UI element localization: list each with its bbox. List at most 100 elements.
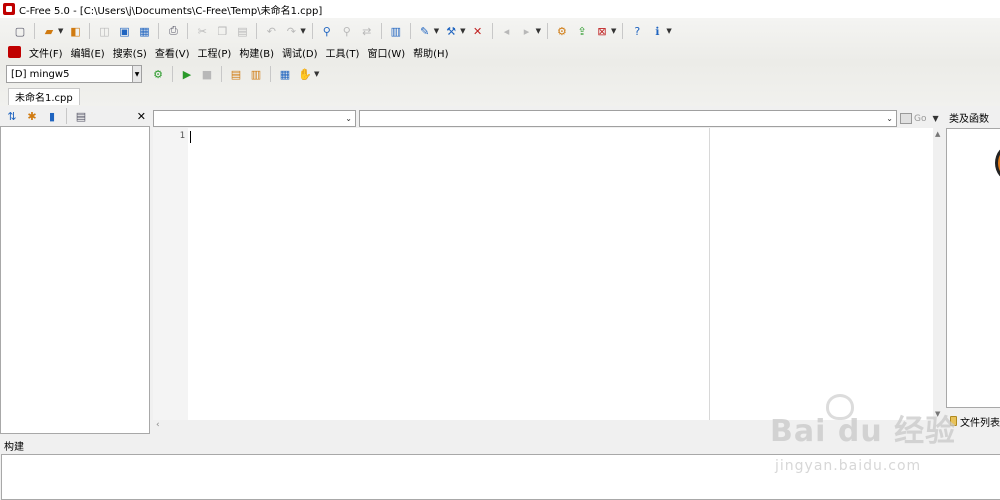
menu-view[interactable]: 查看(V) (151, 45, 194, 60)
code-editor[interactable]: 1 (153, 128, 933, 420)
tab-file-list[interactable]: 文件列表 (950, 412, 1000, 430)
window-title: C-Free 5.0 - [C:\Users\j\Documents\C-Fre… (19, 5, 323, 17)
open-dropdown-icon[interactable]: ▼ (58, 27, 63, 35)
compiler-select-value: [D] mingw5 (11, 68, 70, 80)
sort-az-icon[interactable]: ⇅ (4, 108, 20, 124)
forward-icon[interactable]: ▸ (519, 23, 535, 39)
redo-icon[interactable]: ↷ (283, 23, 299, 39)
menu-window[interactable]: 窗口(W) (363, 45, 409, 60)
go-label: Go (914, 113, 927, 124)
close-file-icon[interactable]: ◫ (96, 23, 112, 39)
compiler-settings-icon[interactable]: ⚙ (150, 66, 166, 82)
go-dropdown-icon[interactable]: ▼ (932, 114, 938, 123)
scroll-up-icon[interactable]: ▲ (935, 130, 940, 138)
left-panel-toolbar: ⇅ ✱ ▮ ▤ ✕ (0, 107, 151, 125)
scope-combo[interactable]: ⌄ (153, 110, 356, 127)
title-bar: C-Free 5.0 - [C:\Users\j\Documents\C-Fre… (0, 0, 1000, 18)
toolbar-area: ▢ ▰ ▼ ◧ ◫ ▣ ▦ ⎙ ✂ ❐ ▤ ↶ ↷ ▼ ⚲ ⚲ ⇄ ▥ ✎ ▼ … (0, 18, 1000, 106)
help-icon[interactable]: ? (629, 23, 645, 39)
menu-bar: 文件(F) 编辑(E) 搜索(S) 查看(V) 工程(P) 构建(B) 调试(D… (0, 43, 1000, 61)
left-panel: ⇅ ✱ ▮ ▤ ✕ (0, 107, 151, 435)
about-icon[interactable]: ℹ (649, 23, 665, 39)
line-number: 1 (179, 131, 185, 141)
left-panel-tree[interactable] (0, 126, 150, 434)
window-dropdown-icon[interactable]: ▼ (611, 27, 616, 35)
main-toolbar: ▢ ▰ ▼ ◧ ◫ ▣ ▦ ⎙ ✂ ❐ ▤ ↶ ↷ ▼ ⚲ ⚲ ⇄ ▥ ✎ ▼ … (0, 19, 1000, 43)
go-button[interactable]: Go ▼ (900, 113, 939, 124)
save-all-icon[interactable]: ▦ (136, 23, 152, 39)
chevron-down-icon: ⌄ (345, 114, 352, 123)
redo-dropdown-icon[interactable]: ▼ (300, 27, 305, 35)
compile-file-icon[interactable]: ▤ (228, 66, 244, 82)
symbol-navigator: ⌄ ⌄ Go ▼ (153, 107, 945, 128)
open-file-icon[interactable]: ▰ (41, 23, 57, 39)
function-combo[interactable]: ⌄ (359, 110, 897, 127)
go-icon (900, 113, 912, 124)
print-icon[interactable]: ⎙ (165, 23, 181, 39)
replace-icon[interactable]: ⇄ (359, 23, 375, 39)
watermark-url: jingyan.baidu.com (775, 458, 922, 474)
compiler-select[interactable]: [D] mingw5 (6, 65, 133, 83)
menu-debug[interactable]: 调试(D) (278, 45, 322, 60)
line-gutter: 1 (153, 128, 188, 420)
filter-icon[interactable]: ✱ (24, 108, 40, 124)
find-next-icon[interactable]: ⚲ (339, 23, 355, 39)
menu-edit[interactable]: 编辑(E) (67, 45, 109, 60)
class-view-icon[interactable]: ▮ (44, 108, 60, 124)
close-window-icon[interactable]: ⊠ (594, 23, 610, 39)
close-icon[interactable]: ✕ (137, 110, 146, 123)
compile-icon[interactable]: ✎ (417, 23, 433, 39)
menu-project[interactable]: 工程(P) (194, 45, 236, 60)
watermark-brand: Bai du 经验 (770, 414, 957, 449)
options-icon[interactable]: ⚙ (554, 23, 570, 39)
menu-app-icon[interactable] (8, 46, 21, 58)
find-icon[interactable]: ⚲ (319, 23, 335, 39)
menu-file[interactable]: 文件(F) (25, 45, 67, 60)
save-icon[interactable]: ▣ (116, 23, 132, 39)
undo-icon[interactable]: ↶ (263, 23, 279, 39)
compiler-dropdown-icon[interactable]: ▼ (133, 65, 142, 83)
debug-hand-icon[interactable]: ✋ (297, 66, 313, 82)
debug-dropdown-icon[interactable]: ▼ (314, 70, 319, 78)
copy-icon[interactable]: ❐ (214, 23, 230, 39)
build-toolbar: [D] mingw5 ▼ ⚙ ▶ ■ ▤ ▥ ▦ ✋ ▼ (0, 63, 1000, 85)
build-panel-title: 构建 (4, 442, 24, 453)
export-icon[interactable]: ⇪ (574, 23, 590, 39)
tab-label: 未命名1.cpp (15, 93, 73, 104)
properties-icon[interactable]: ▤ (73, 108, 89, 124)
menu-build[interactable]: 构建(B) (235, 45, 278, 60)
stop-build-icon[interactable]: ✕ (470, 23, 486, 39)
forward-dropdown-icon[interactable]: ▼ (536, 27, 541, 35)
scroll-left-icon[interactable]: ‹ (156, 420, 160, 430)
class-function-tree[interactable] (946, 128, 1000, 408)
open-project-icon[interactable]: ◧ (67, 23, 83, 39)
paste-icon[interactable]: ▤ (234, 23, 250, 39)
build-dropdown-icon[interactable]: ▼ (460, 27, 465, 35)
help-dropdown-icon[interactable]: ▼ (666, 27, 671, 35)
stop-icon[interactable]: ■ (199, 66, 215, 82)
rebuild-icon[interactable]: ▥ (248, 66, 264, 82)
menu-help[interactable]: 帮助(H) (409, 45, 452, 60)
tab-file-list-label: 文件列表 (960, 417, 1000, 429)
menu-search[interactable]: 搜索(S) (109, 45, 151, 60)
right-panel: 类及函数 文件列表 (946, 107, 1000, 435)
find-in-files-icon[interactable]: ▥ (388, 23, 404, 39)
build-log-icon[interactable]: ▦ (277, 66, 293, 82)
cut-icon[interactable]: ✂ (194, 23, 210, 39)
floating-assistant-icon[interactable] (995, 145, 1000, 181)
right-panel-title: 类及函数 (949, 113, 989, 125)
chevron-down-icon: ⌄ (886, 114, 893, 123)
text-cursor (190, 131, 191, 143)
run-icon[interactable]: ▶ (179, 66, 195, 82)
right-margin-guide (709, 128, 710, 420)
back-icon[interactable]: ◂ (499, 23, 515, 39)
menu-tools[interactable]: 工具(T) (322, 45, 364, 60)
document-tabs: 未命名1.cpp (0, 86, 1000, 106)
new-file-icon[interactable]: ▢ (12, 23, 28, 39)
tab-untitled-1[interactable]: 未命名1.cpp (8, 87, 80, 105)
compile-dropdown-icon[interactable]: ▼ (434, 27, 439, 35)
vertical-scrollbar[interactable]: ▲ ▼ (933, 128, 945, 420)
editor-pane: ⌄ ⌄ Go ▼ 1 ▲ ▼ ‹ (153, 107, 945, 434)
app-logo-icon (3, 3, 15, 15)
build-icon[interactable]: ⚒ (443, 23, 459, 39)
